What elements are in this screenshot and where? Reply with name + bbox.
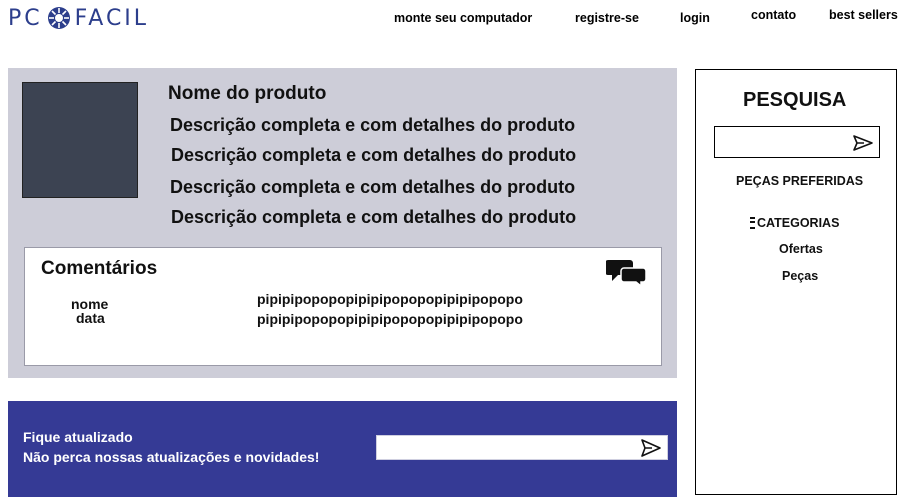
- product-image[interactable]: [22, 82, 138, 198]
- gear-logo-icon: [47, 7, 70, 29]
- sidebar-item-categorias[interactable]: CATEGORIAS: [750, 216, 839, 230]
- newsletter-email-input[interactable]: [376, 435, 668, 460]
- nav-registre-se[interactable]: registre-se: [575, 11, 639, 25]
- product-description-line: Descrição completa e com detalhes do pro…: [171, 145, 577, 165]
- list-icon: [750, 217, 755, 229]
- nav-best-sellers[interactable]: best sellers: [829, 8, 898, 22]
- comment-text-line: pipipipopopopipipipopopopipipipopopo: [257, 291, 523, 307]
- product-description-line: Descrição completa e com detalhes do pro…: [170, 177, 576, 197]
- send-icon[interactable]: [852, 134, 874, 152]
- product-description-line: Descrição completa e com detalhes do pro…: [170, 115, 576, 135]
- product-title: Nome do produto: [168, 83, 327, 104]
- product-description-line: Descrição completa e com detalhes do pro…: [171, 207, 577, 227]
- sidebar-link-pecas[interactable]: Peças: [782, 269, 818, 283]
- chat-bubbles-icon[interactable]: [606, 258, 648, 286]
- nav-login[interactable]: login: [680, 11, 710, 25]
- logo[interactable]: PC FACIL: [8, 4, 149, 32]
- newsletter-subheading: Não perca nossas atualizações e novidade…: [23, 449, 320, 465]
- comments-title: Comentários: [41, 258, 158, 279]
- sidebar-item-label: CATEGORIAS: [757, 216, 840, 230]
- logo-text-right: FACIL: [74, 5, 150, 31]
- nav-contato[interactable]: contato: [751, 8, 796, 22]
- send-icon[interactable]: [640, 438, 662, 458]
- sidebar-link-ofertas[interactable]: Ofertas: [779, 242, 823, 256]
- sidebar-item-pecas-preferidas[interactable]: PEÇAS PREFERIDAS: [736, 174, 863, 188]
- comment-text-line: pipipipopopopipipipopopopipipipopopo: [257, 311, 523, 327]
- nav-monte-seu-computador[interactable]: monte seu computador: [394, 11, 532, 25]
- comment-date: data: [76, 310, 105, 326]
- logo-text-left: PC: [8, 5, 43, 31]
- newsletter-heading: Fique atualizado: [23, 429, 133, 445]
- sidebar-title: PESQUISA: [743, 89, 847, 111]
